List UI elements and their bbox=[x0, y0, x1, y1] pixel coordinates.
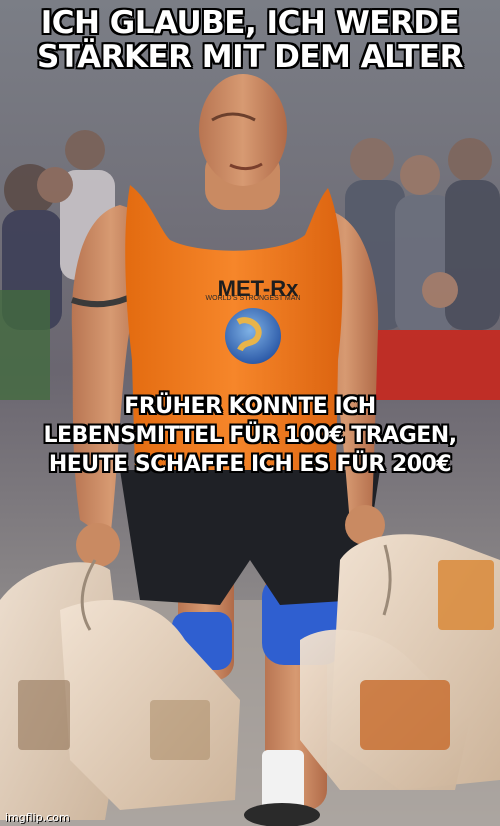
middle-caption-line-3: HEUTE SCHAFFE ICH ES FÜR 200€ bbox=[48, 452, 452, 477]
globe-logo-icon bbox=[225, 308, 281, 364]
corn-flakes-box bbox=[438, 560, 494, 630]
snack-pack bbox=[360, 680, 450, 750]
left-fist bbox=[76, 523, 120, 567]
sock bbox=[262, 750, 304, 810]
top-caption-line-1: ICH GLAUBE, ICH WERDE bbox=[40, 5, 460, 41]
shirt-arc-text: WORLD'S STRONGEST MAN bbox=[206, 295, 301, 302]
top-caption-line-2: STÄRKER MIT DEM ALTER bbox=[37, 39, 463, 75]
middle-caption-line-1: FRÜHER KONNTE ICH bbox=[124, 394, 376, 419]
meme-image: MET-Rx WORLD'S STRONGEST MAN ICH GLAUBE,… bbox=[0, 0, 500, 826]
middle-caption: FRÜHER KONNTE ICH LEBENSMITTEL FÜR 100€ … bbox=[0, 392, 500, 479]
shoe bbox=[244, 803, 320, 826]
head bbox=[199, 74, 287, 210]
imgflip-watermark: imgflip.com bbox=[5, 811, 70, 824]
middle-caption-line-2: LEBENSMITTEL FÜR 100€ TRAGEN, bbox=[43, 423, 457, 448]
top-caption: ICH GLAUBE, ICH WERDE STÄRKER MIT DEM AL… bbox=[0, 6, 500, 74]
